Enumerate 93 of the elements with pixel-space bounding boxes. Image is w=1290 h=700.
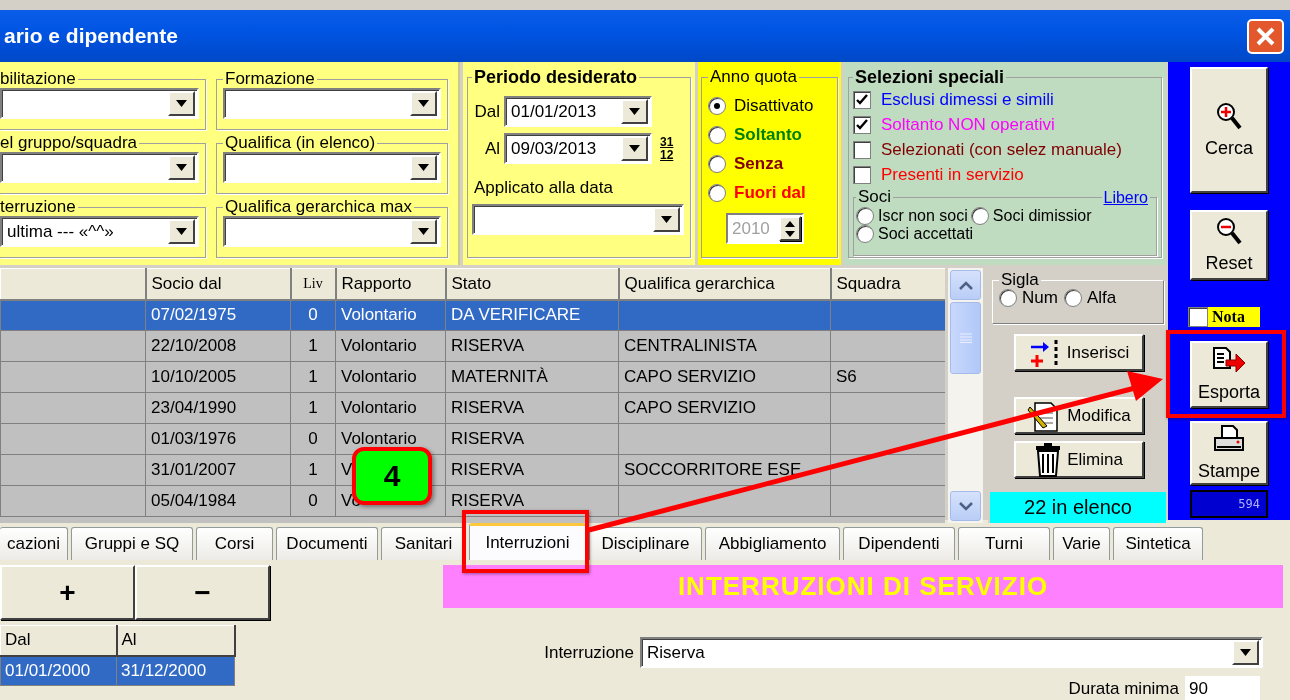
table-cell: DA VERIFICARE <box>445 299 619 331</box>
column-header[interactable]: Stato <box>445 268 619 300</box>
group-label: terruzione <box>0 198 77 216</box>
column-header[interactable]: Qualifica gerarchica <box>618 268 831 300</box>
tab[interactable]: Sintetica <box>1113 527 1203 560</box>
input-field[interactable]: 90 <box>1185 676 1260 700</box>
table-cell: 01/01/2000 <box>0 655 117 686</box>
table-cell: Volontario <box>335 392 446 424</box>
dropdown-field[interactable]: Riserva <box>640 637 1263 668</box>
table-cell: MATERNITÀ <box>445 361 619 393</box>
tab[interactable]: Varie <box>1053 527 1110 560</box>
column-header[interactable]: Socio dal <box>145 268 291 300</box>
record-count: 22 in elenco <box>990 492 1166 523</box>
radio-label: Alfa <box>1086 288 1117 308</box>
field-label: Durata minima <box>1068 679 1179 699</box>
table-cell: CAPO SERVIZIO <box>618 361 831 393</box>
print-button[interactable]: Stampe <box>1190 421 1268 485</box>
add-button[interactable]: + <box>0 565 135 620</box>
remove-button[interactable]: − <box>135 565 270 620</box>
field-label: Dal <box>473 101 500 122</box>
table-cell: CAPO SERVIZIO <box>618 392 831 424</box>
table-cell: RISERVA <box>445 423 619 455</box>
checkbox-label: Soltanto NON operativi <box>881 115 1055 135</box>
group-label: el gruppo/squadra <box>0 134 139 152</box>
checkbox-label: Nota <box>1212 308 1245 326</box>
search-button[interactable]: Cerca <box>1190 67 1268 193</box>
tab[interactable]: Turni <box>958 527 1050 560</box>
tab[interactable]: Gruppi e SQ <box>71 527 193 560</box>
export-button[interactable]: Esporta <box>1190 341 1268 408</box>
tab[interactable]: Dipendenti <box>843 527 955 560</box>
field-label: Interruzione <box>543 642 634 663</box>
group-label: Selezioni speciali <box>854 68 1006 86</box>
radio-label: Disattivato <box>734 96 814 116</box>
radio-label: Soltanto <box>734 125 802 145</box>
group-label: Anno quota <box>709 68 798 86</box>
column-header[interactable]: Rapporto <box>335 268 446 300</box>
insert-button[interactable]: Inserisci <box>1014 334 1144 371</box>
tab[interactable]: Corsi <box>196 527 273 560</box>
dropdown-field[interactable]: 09/03/2013 <box>504 133 652 164</box>
calendar-link[interactable]: 31 12 <box>660 135 674 162</box>
table-cell: 22/10/2008 <box>145 330 291 362</box>
group-label: Formazione <box>224 70 316 88</box>
dropdown-field[interactable]: ultima --- «^^» <box>0 216 199 247</box>
tab[interactable]: Disciplinare <box>589 527 702 560</box>
delete-button[interactable]: Elimina <box>1014 441 1144 478</box>
table-cell: Volontario <box>335 299 446 331</box>
table-cell: Volontario <box>335 361 446 393</box>
table-cell: RISERVA <box>445 330 619 362</box>
group-label: bilitazione <box>0 70 77 88</box>
column-header[interactable]: Al <box>116 625 235 656</box>
group-label: Soci <box>857 190 893 204</box>
group-label: Periodo desiderato <box>473 68 639 86</box>
column-header[interactable]: Squadra <box>830 268 945 300</box>
group-label: Sigla <box>1000 272 1040 288</box>
group-label: Qualifica (in elenco) <box>224 134 377 152</box>
field-label: Al <box>483 138 500 159</box>
checkbox-label: Presenti in servizio <box>881 165 1024 185</box>
window-title: ario e dipendente <box>4 24 178 48</box>
edit-button[interactable]: Modifica <box>1014 397 1144 434</box>
radio-label: Num <box>1022 288 1058 308</box>
table-cell: 01/03/1976 <box>145 423 291 455</box>
radio-label: Iscr non soci <box>878 207 968 225</box>
table-cell: CENTRALINISTA <box>618 330 831 362</box>
table-cell: Volontario <box>335 330 446 362</box>
radio-label: Soci dimissior <box>992 207 1092 225</box>
tab[interactable]: Documenti <box>276 527 378 560</box>
table-cell: S6 <box>830 361 945 393</box>
radio-label: Fuori dal <box>734 183 806 203</box>
reset-button[interactable]: Reset <box>1190 210 1268 280</box>
checkbox-label: Selezionati (con selez manuale) <box>881 140 1122 160</box>
tab[interactable]: Interruzioni <box>469 523 586 560</box>
table-cell: 31/12/2000 <box>116 655 235 686</box>
free-link[interactable]: Libero <box>1101 190 1150 206</box>
table-cell: 23/04/1990 <box>145 392 291 424</box>
tab[interactable]: cazioni <box>0 527 68 560</box>
field-label: Applicato alla data <box>474 178 614 198</box>
radio-label: Soci accettati <box>878 225 974 243</box>
checkbox-label: Esclusi dimessi e simili <box>881 90 1054 110</box>
dropdown-field[interactable]: 01/01/2013 <box>504 96 652 127</box>
column-header[interactable]: Dal <box>0 625 117 656</box>
radio-label: Senza <box>734 154 784 174</box>
table-cell: 10/10/2005 <box>145 361 291 393</box>
counter-display: 594 <box>1190 490 1268 518</box>
table-cell: RISERVA <box>445 392 619 424</box>
column-header[interactable]: Liv <box>290 268 336 300</box>
table-cell: 07/02/1975 <box>145 299 291 331</box>
section-header: INTERRUZIONI DI SERVIZIO <box>443 565 1283 608</box>
table-cell: 31/01/2007 <box>145 454 291 486</box>
tab[interactable]: Abbigliamento <box>705 527 840 560</box>
year-spinner: 2010 <box>726 213 804 244</box>
table-cell: 05/04/1984 <box>145 485 291 517</box>
table-cell: RISERVA <box>445 454 619 486</box>
group-label: Qualifica gerarchica max <box>224 198 414 216</box>
